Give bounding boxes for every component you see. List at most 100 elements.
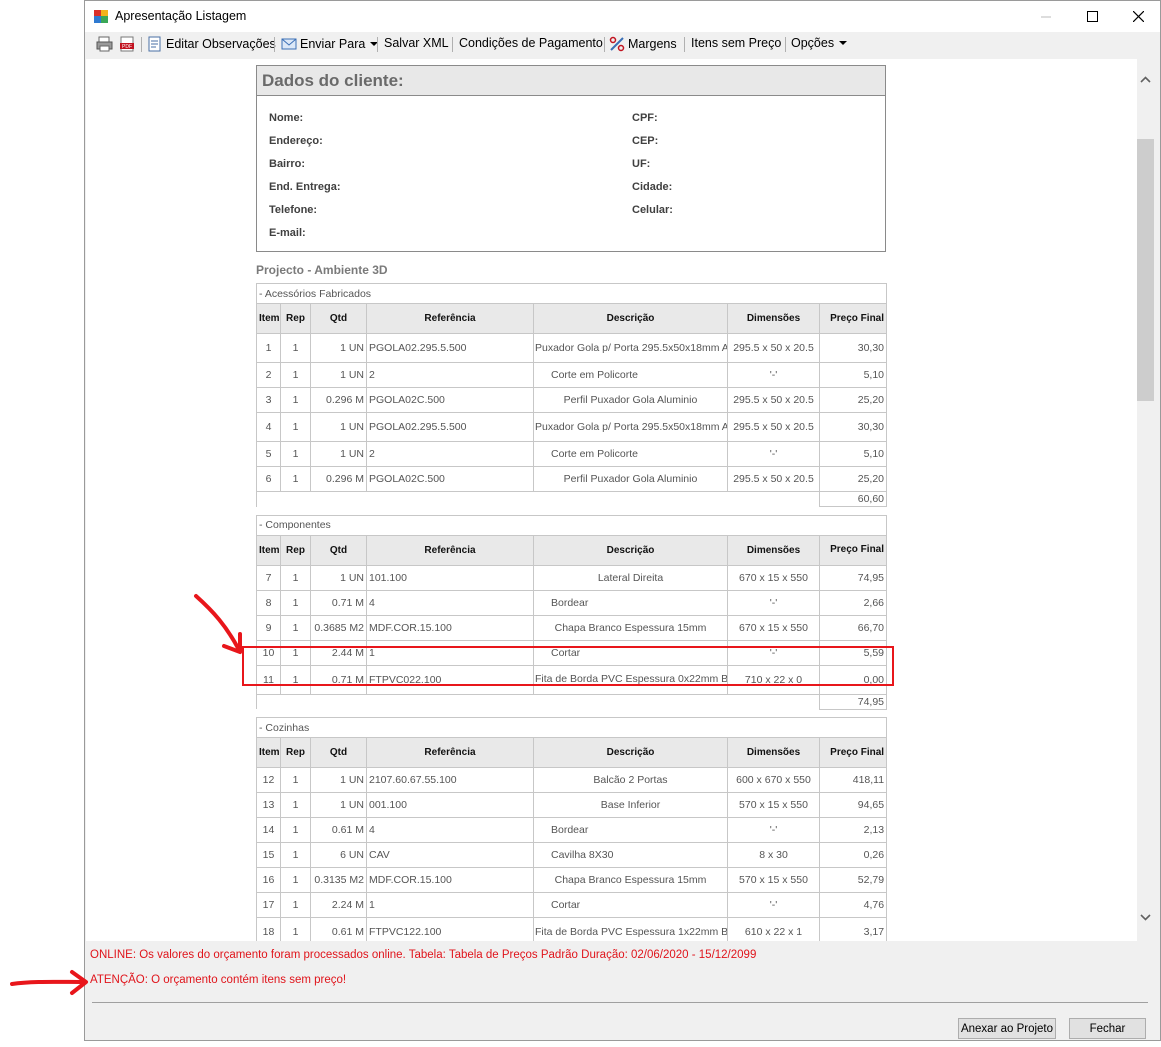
cell-desc: Fita de Borda PVC Espessura 0x22mm Branc… (533, 664, 728, 695)
cell-item: 12 (256, 767, 281, 793)
table-row[interactable]: 10 1 2.44 M 1 Cortar '-' 5,59 (256, 639, 888, 666)
section-title: - Acessórios Fabricados (255, 283, 888, 304)
cell-ref: 1 (366, 892, 534, 918)
cell-ref: 4 (366, 589, 534, 616)
section-table: - Acessórios Fabricados Item Rep Qtd Referên… (255, 283, 888, 515)
payment-terms-button[interactable]: Condições de Pagamento (459, 36, 603, 50)
client-cep-label: CEP: (632, 135, 659, 147)
margins-button[interactable]: Margens (609, 36, 677, 52)
cell-price: 0,26 (818, 842, 888, 868)
table-row[interactable]: 16 1 0.3135 M2 MDF.COR.15.100 Chapa Branco E… (256, 867, 888, 893)
cell-desc: Corte em Policorte (533, 441, 728, 467)
table-row[interactable]: 11 1 0.71 M FTPVC022.100 Fita de Borda PVC E… (256, 664, 888, 695)
scroll-up-button[interactable] (1137, 71, 1154, 88)
cell-rep: 1 (280, 412, 311, 442)
scroll-thumb[interactable] (1137, 139, 1154, 401)
payment-terms-label: Condições de Pagamento (459, 36, 603, 50)
pdf-button[interactable]: PDF (119, 36, 135, 52)
cell-price: 30,30 (818, 412, 888, 442)
table-row[interactable]: 18 1 0.61 M FTPVC122.100 Fita de Borda PVC E… (256, 917, 888, 941)
table-row[interactable]: 111 UN PGOLA02.295.5.500 Puxador Gola p/ P… (256, 333, 888, 363)
close-window-button[interactable] (1115, 1, 1161, 32)
items-without-price-button[interactable]: Itens sem Preço (691, 36, 781, 50)
cell-desc: Bordear (533, 817, 728, 843)
cell-price: 2,13 (818, 817, 888, 843)
cell-rep: 1 (280, 892, 311, 918)
table-row[interactable]: 13 1 1 UN 001.100 Base Inferior 570 x 15 x 55… (256, 792, 888, 818)
cell-rep: 1 (280, 664, 311, 695)
minimize-button[interactable] (1023, 1, 1069, 32)
cell-item: 13 (256, 792, 281, 818)
send-icon (281, 38, 297, 50)
cell-item: 5 (256, 441, 281, 467)
table-row[interactable]: 12 1 1 UN 2107.60.67.55.100 Balcão 2 Portas 6… (256, 767, 888, 793)
scroll-down-button[interactable] (1137, 909, 1154, 926)
cell-rep: 1 (280, 466, 311, 492)
cell-ref: MDF.COR.15.100 (366, 614, 534, 641)
cell-item: 10 (256, 639, 281, 666)
table-row[interactable]: 6 1 0.296 M PGOLA02C.500 Perfil Puxador Gola… (256, 466, 888, 492)
cell-desc: Cavilha 8X30 (533, 842, 728, 868)
table-row[interactable]: 411 UN PGOLA02.295.5.500 Puxador Gola p/ P… (256, 412, 888, 442)
table-row[interactable]: 17 1 2.24 M 1 Cortar '-' 4,76 (256, 892, 888, 918)
cell-desc: Base Inferior (533, 792, 728, 818)
cell-qtd: 0.61 M (310, 917, 367, 941)
options-dropdown[interactable]: Opções (791, 36, 848, 50)
cell-dim: 295.5 x 50 x 20.5 (727, 412, 820, 442)
project-title: Projecto - Ambiente 3D (256, 263, 388, 277)
cell-item: 7 (256, 564, 281, 591)
vertical-scrollbar[interactable] (1137, 59, 1154, 941)
subtotal-spacer (256, 491, 820, 507)
save-xml-label: Salvar XML (384, 36, 449, 50)
cell-item: 3 (256, 387, 281, 413)
cell-dim: 670 x 15 x 550 (727, 564, 820, 591)
cell-dim: 8 x 30 (727, 842, 820, 868)
table-row[interactable]: 511 UN 2 Corte em Policorte '-' 5,10 (256, 441, 888, 467)
cell-qtd: 1 UN (310, 412, 367, 442)
missing-price-warning: ATENÇÃO: O orçamento contém itens sem pr… (90, 974, 347, 986)
table-row[interactable]: 8 1 0.71 M 4 Bordear '-' 2,66 (256, 589, 888, 616)
attach-to-project-button[interactable]: Anexar ao Projeto (958, 1018, 1056, 1039)
cell-rep: 1 (280, 767, 311, 793)
table-row[interactable]: 9 1 0.3685 M2 MDF.COR.15.100 Chapa Branco Es… (256, 614, 888, 641)
cell-qtd: 1 UN (310, 441, 367, 467)
cell-price: 66,70 (818, 614, 888, 641)
column-header-rep: Rep (280, 303, 311, 334)
section-title: - Cozinhas (255, 717, 888, 738)
cell-qtd: 1 UN (310, 792, 367, 818)
table-row[interactable]: 211 UN 2 Corte em Policorte '-' 5,10 (256, 362, 888, 388)
toolbar-separator (377, 37, 378, 52)
close-button[interactable]: Fechar (1069, 1018, 1146, 1039)
column-header-price: Preço Final (818, 534, 888, 566)
edit-notes-button[interactable]: Editar Observações (147, 36, 276, 52)
cell-item: 17 (256, 892, 281, 918)
table-row[interactable]: 711 UN 101.100 Lateral Direita 670 x 15 x 5… (256, 564, 888, 591)
column-header-ref: Referência (366, 534, 534, 566)
client-data-box: Dados do cliente: Nome: CPF: Endereço: C… (256, 65, 886, 252)
client-name-label: Nome: (269, 112, 304, 124)
table-row[interactable]: 15 1 6 UN CAV Cavilha 8X30 8 x 30 0,26 (256, 842, 888, 868)
save-xml-button[interactable]: Salvar XML (384, 36, 449, 50)
cell-qtd: 0.3135 M2 (310, 867, 367, 893)
chevron-up-icon (1140, 76, 1151, 83)
print-button[interactable] (96, 36, 113, 52)
column-header-dim: Dimensões (727, 534, 820, 566)
column-header-desc: Descrição (533, 737, 728, 768)
section-gap (257, 709, 887, 717)
cell-ref: CAV (366, 842, 534, 868)
cell-rep: 1 (280, 867, 311, 893)
send-to-dropdown[interactable]: Enviar Para (281, 36, 379, 52)
report-viewer[interactable]: Dados do cliente: Nome: CPF: Endereço: C… (86, 59, 1137, 941)
cell-ref: 1 (366, 639, 534, 666)
cell-dim: 670 x 15 x 550 (727, 614, 820, 641)
cell-dim: '-' (727, 817, 820, 843)
cell-desc: Chapa Branco Espessura 15mm (533, 867, 728, 893)
client-uf-label: UF: (632, 158, 651, 170)
column-header-dim: Dimensões (727, 303, 820, 334)
title-bar: Apresentação Listagem (85, 1, 1160, 32)
table-row[interactable]: 3 1 0.296 M PGOLA02C.500 Perfil Puxador Gola… (256, 387, 888, 413)
table-row[interactable]: 14 1 0.61 M 4 Bordear '-' 2,13 (256, 817, 888, 843)
close-icon (1132, 11, 1144, 22)
cell-item: 1 (256, 333, 281, 363)
maximize-button[interactable] (1069, 1, 1115, 32)
